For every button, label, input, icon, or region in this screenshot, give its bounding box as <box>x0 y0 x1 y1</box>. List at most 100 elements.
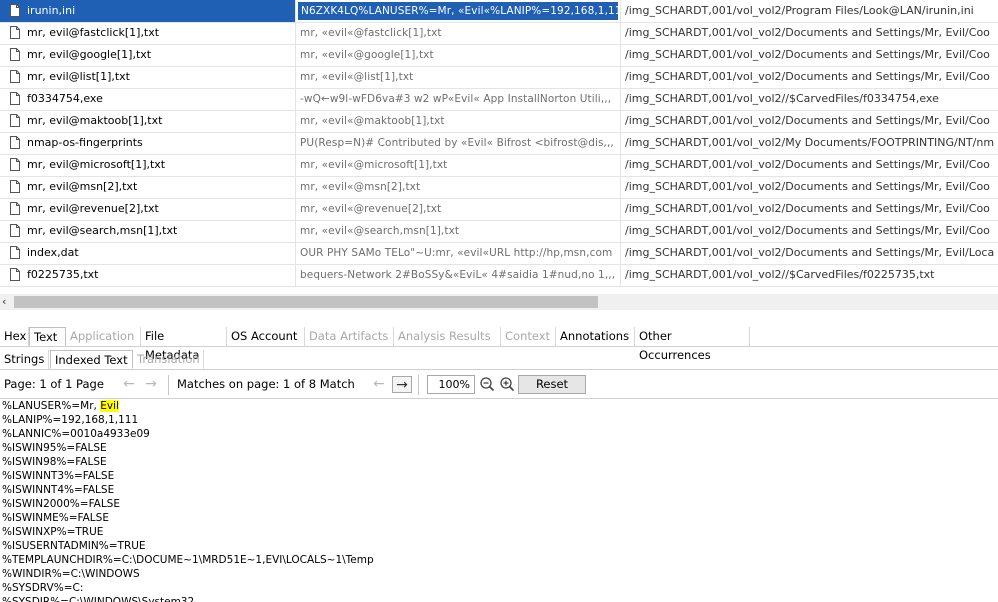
keyword-preview: mr, «evil«@msn[2],txt <box>300 181 421 193</box>
text-viewer-subtabs: Strings Indexed Text Translation <box>0 349 998 370</box>
file-name-cell[interactable]: mr, evil@microsoft[1],txt <box>0 154 296 176</box>
table-row[interactable]: f0225735,txt bequers-Network 2#BoSSy&«Evi… <box>0 264 998 287</box>
keyword-preview-cell[interactable]: mr, «evil«@microsoft[1],txt <box>296 154 621 176</box>
text-line-prefix: %LANUSER%=Mr, <box>2 400 101 412</box>
file-path-cell[interactable]: /img_SCHARDT,001/vol_vol2/Program Files/… <box>622 0 998 22</box>
tab-other-occurrences[interactable]: Other Occurrences <box>635 327 750 362</box>
text-line: %ISWIN98%=FALSE <box>2 456 107 468</box>
file-name: mr, evil@revenue[2],txt <box>27 202 159 215</box>
keyword-preview-cell[interactable]: PU(Resp=N)# Contributed by «Evil« Bifros… <box>296 132 621 154</box>
tab-text[interactable]: Text <box>29 327 66 346</box>
file-name-cell[interactable]: mr, evil@revenue[2],txt <box>0 198 296 220</box>
file-path-cell[interactable]: /img_SCHARDT,001/vol_vol2/Documents and … <box>622 66 998 88</box>
file-name: mr, evil@fastclick[1],txt <box>27 26 160 39</box>
keyword-preview-cell[interactable]: bequers-Network 2#BoSSy&«EviL« 4#saidia … <box>296 264 621 286</box>
tab-hex[interactable]: Hex <box>0 327 29 346</box>
file-name-cell[interactable]: mr, evil@maktoob[1],txt <box>0 110 296 132</box>
file-name: f0334754,exe <box>27 92 103 105</box>
file-name-cell[interactable]: mr, evil@fastclick[1],txt <box>0 22 296 44</box>
table-row[interactable]: mr, evil@msn[2],txt mr, «evil«@msn[2],txt… <box>0 176 998 199</box>
tab-annotations[interactable]: Annotations <box>556 327 635 346</box>
file-name-cell[interactable]: f0225735,txt <box>0 264 296 286</box>
table-row[interactable]: mr, evil@search,msn[1],txt mr, «evil«@sea… <box>0 220 998 243</box>
file-path-cell[interactable]: /img_SCHARDT,001/vol_vol2/Documents and … <box>622 22 998 44</box>
file-name-cell[interactable]: mr, evil@list[1],txt <box>0 66 296 88</box>
file-icon <box>10 114 20 127</box>
file-icon <box>10 202 20 215</box>
file-path: /img_SCHARDT,001/vol_vol2/Documents and … <box>625 70 990 83</box>
file-name: mr, evil@google[1],txt <box>27 48 152 61</box>
zoom-out-icon[interactable] <box>479 376 495 392</box>
file-name-cell[interactable]: index,dat <box>0 242 296 264</box>
text-line: %ISWIN95%=FALSE <box>2 442 107 454</box>
keyword-preview-cell[interactable]: mr, «evil«@google[1],txt <box>296 44 621 66</box>
file-path-cell[interactable]: /img_SCHARDT,001/vol_vol2/Documents and … <box>622 110 998 132</box>
file-path-cell[interactable]: /img_SCHARDT,001/vol_vol2/Documents and … <box>622 154 998 176</box>
prev-page-button[interactable]: ← <box>120 376 138 393</box>
table-row[interactable]: mr, evil@microsoft[1],txt mr, «evil«@micr… <box>0 154 998 177</box>
file-path: /img_SCHARDT,001/vol_vol2/Documents and … <box>625 202 990 215</box>
table-row[interactable]: mr, evil@fastclick[1],txt mr, «evil«@fast… <box>0 22 998 45</box>
file-name-cell[interactable]: irunin,ini <box>0 0 296 22</box>
text-line: %ISWINME%=FALSE <box>2 512 109 524</box>
text-line: %LANNIC%=0010a4933e09 <box>2 428 150 440</box>
subtab-indexed-text[interactable]: Indexed Text <box>50 350 133 369</box>
indexed-text-view: %LANUSER%=Mr, Evil %LANIP%=192,168,1,111… <box>0 399 998 602</box>
keyword-preview-cell[interactable]: mr, «evil«@fastclick[1],txt <box>296 22 621 44</box>
file-path-cell[interactable]: /img_SCHARDT,001/vol_vol2/Documents and … <box>622 44 998 66</box>
file-path-cell[interactable]: /img_SCHARDT,001/vol_vol2/Documents and … <box>622 220 998 242</box>
keyword-preview-cell[interactable]: mr, «evil«@maktoob[1],txt <box>296 110 621 132</box>
keyword-preview-cell[interactable]: N6ZXK4LQ%LANUSER%=Mr, «Evil«%LANIP%=192,… <box>296 0 621 22</box>
horizontal-scrollbar[interactable]: ‹ <box>0 294 998 310</box>
file-path: /img_SCHARDT,001/vol_vol2/My Documents/F… <box>625 136 995 149</box>
keyword-preview: mr, «evil«@list[1],txt <box>300 71 414 83</box>
tab-file-metadata[interactable]: File Metadata <box>141 327 227 362</box>
file-path-cell[interactable]: /img_SCHARDT,001/vol_vol2/My Documents/F… <box>622 132 998 154</box>
keyword-preview-cell[interactable]: -wQ←w9l-wFD6va#3 w2 wP«Evil« App Install… <box>296 88 621 110</box>
text-line: %ISWINNT4%=FALSE <box>2 484 115 496</box>
keyword-preview: mr, «evil«@revenue[2],txt <box>300 203 442 215</box>
table-row[interactable]: mr, evil@list[1],txt mr, «evil«@list[1],t… <box>0 66 998 89</box>
file-name-cell[interactable]: mr, evil@google[1],txt <box>0 44 296 66</box>
keyword-preview-cell[interactable]: OUR PHY SAMo TELo"~U:mr, «evil«URL http:… <box>296 242 621 264</box>
next-match-button[interactable]: → <box>392 376 412 393</box>
tab-application: Application <box>66 327 141 346</box>
scrollbar-thumb[interactable] <box>14 296 598 308</box>
keyword-preview-cell[interactable]: mr, «evil«@list[1],txt <box>296 66 621 88</box>
table-row[interactable]: index,dat OUR PHY SAMo TELo"~U:mr, «evil«… <box>0 242 998 265</box>
zoom-in-icon[interactable] <box>499 376 515 392</box>
subtab-strings[interactable]: Strings <box>0 350 49 369</box>
file-name-cell[interactable]: mr, evil@search,msn[1],txt <box>0 220 296 242</box>
file-name-cell[interactable]: nmap-os-fingerprints <box>0 132 296 154</box>
table-row[interactable]: mr, evil@google[1],txt mr, «evil«@google[… <box>0 44 998 67</box>
table-row[interactable]: f0334754,exe -wQ←w9l-wFD6va#3 w2 wP«Evil«… <box>0 88 998 111</box>
file-name-cell[interactable]: mr, evil@msn[2],txt <box>0 176 296 198</box>
table-row[interactable]: nmap-os-fingerprints PU(Resp=N)# Contribu… <box>0 132 998 155</box>
file-path-cell[interactable]: /img_SCHARDT,001/vol_vol2//$CarvedFiles/… <box>622 88 998 110</box>
text-line: %ISUSERNTADMIN%=TRUE <box>2 540 146 552</box>
zoom-field[interactable]: 100% <box>427 375 475 394</box>
prev-match-button[interactable]: ← <box>370 376 388 393</box>
text-line: %WINDIR%=C:\WINDOWS <box>2 568 140 580</box>
file-path: /img_SCHARDT,001/vol_vol2/Documents and … <box>625 246 995 259</box>
reset-button[interactable]: Reset <box>518 375 586 394</box>
next-page-button[interactable]: → <box>142 376 160 393</box>
keyword-highlight: Evil <box>100 400 119 412</box>
tab-os-account[interactable]: OS Account <box>227 327 305 346</box>
file-icon <box>10 48 20 61</box>
keyword-preview-cell[interactable]: mr, «evil«@msn[2],txt <box>296 176 621 198</box>
keyword-preview-cell[interactable]: mr, «evil«@revenue[2],txt <box>296 198 621 220</box>
file-name: mr, evil@list[1],txt <box>27 70 130 83</box>
file-path-cell[interactable]: /img_SCHARDT,001/vol_vol2/Documents and … <box>622 198 998 220</box>
file-name-cell[interactable]: f0334754,exe <box>0 88 296 110</box>
table-row[interactable]: irunin,ini N6ZXK4LQ%LANUSER%=Mr, «Evil«%L… <box>0 0 998 23</box>
file-path-cell[interactable]: /img_SCHARDT,001/vol_vol2/Documents and … <box>622 176 998 198</box>
table-row[interactable]: mr, evil@revenue[2],txt mr, «evil«@revenu… <box>0 198 998 221</box>
scroll-left-icon[interactable]: ‹ <box>2 294 12 310</box>
file-path-cell[interactable]: /img_SCHARDT,001/vol_vol2/Documents and … <box>622 242 998 264</box>
keyword-preview-cell[interactable]: mr, «evil«@search,msn[1],txt <box>296 220 621 242</box>
file-path: /img_SCHARDT,001/vol_vol2/Documents and … <box>625 180 990 193</box>
file-path-cell[interactable]: /img_SCHARDT,001/vol_vol2//$CarvedFiles/… <box>622 264 998 286</box>
text-line: %TEMPLAUNCHDIR%=C:\DOCUME~1\MRD51E~1,EVI… <box>2 554 374 566</box>
table-row[interactable]: mr, evil@maktoob[1],txt mr, «evil«@maktoo… <box>0 110 998 133</box>
